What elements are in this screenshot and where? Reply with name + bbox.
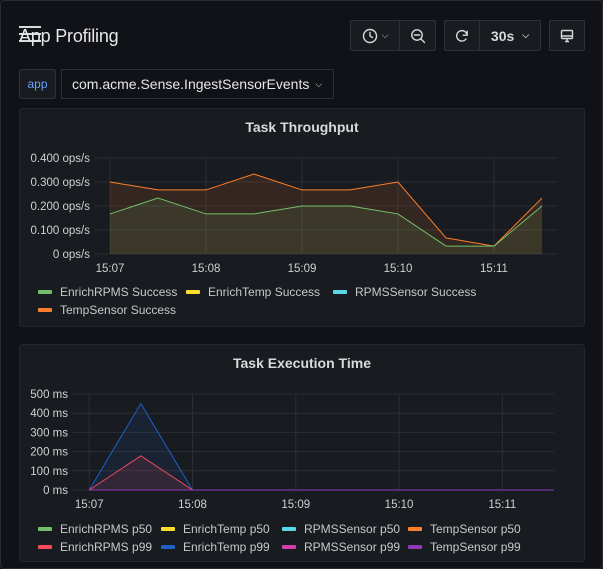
x-tick-label: 15:11 bbox=[488, 499, 516, 511]
legend-item[interactable]: EnrichTemp p50 bbox=[161, 522, 270, 536]
y-tick-label: 0.100 ops/s bbox=[31, 225, 91, 237]
legend-label: TempSensor p50 bbox=[430, 522, 521, 536]
legend-item[interactable]: TempSensor p99 bbox=[408, 540, 521, 554]
legend-label: EnrichTemp p50 bbox=[183, 522, 270, 536]
throughput-legend: EnrichRPMS Success EnrichTemp Success RP… bbox=[38, 285, 578, 321]
panel-title[interactable]: Task Execution Time bbox=[20, 355, 584, 371]
legend-label: EnrichRPMS p99 bbox=[60, 540, 153, 554]
refresh-interval-picker[interactable]: 30s ⌵ bbox=[479, 20, 541, 51]
app-variable-select[interactable]: com.acme.Sense.IngestSensorEvents ⌵ bbox=[61, 69, 334, 99]
panel-title[interactable]: Task Throughput bbox=[20, 119, 584, 135]
legend-swatch bbox=[333, 290, 347, 294]
y-tick-label: 0.200 ops/s bbox=[31, 201, 91, 213]
app-variable-value: com.acme.Sense.IngestSensorEvents bbox=[72, 76, 310, 92]
legend-swatch bbox=[408, 527, 422, 531]
y-tick-label: 400 ms bbox=[30, 408, 68, 420]
legend-item[interactable]: TempSensor p50 bbox=[408, 522, 521, 536]
monitor-icon bbox=[560, 29, 574, 42]
chevron-down-icon: ⌵ bbox=[315, 78, 323, 89]
legend-item[interactable]: EnrichTemp Success bbox=[186, 285, 320, 299]
legend-item[interactable]: RPMSSensor p99 bbox=[282, 540, 400, 554]
legend-label: RPMSSensor Success bbox=[355, 285, 477, 299]
legend-label: RPMSSensor p99 bbox=[304, 540, 401, 554]
chevron-down-icon: ⌵ bbox=[522, 30, 530, 40]
legend-swatch bbox=[161, 527, 175, 531]
legend-swatch bbox=[38, 290, 52, 294]
y-tick-label: 0 ops/s bbox=[53, 249, 90, 261]
legend-label: EnrichTemp p99 bbox=[183, 540, 270, 554]
variable-label-app: app bbox=[19, 69, 56, 99]
throughput-chart: 0 ops/s 0.100 ops/s 0.200 ops/s 0.300 ops/s… bbox=[31, 153, 558, 275]
execution-time-chart: 0 ms 100 ms 200 ms 300 ms 400 ms 500 ms 15:07 1… bbox=[30, 389, 554, 511]
legend-label: TempSensor Success bbox=[60, 303, 177, 317]
legend-swatch bbox=[186, 290, 200, 294]
y-tick-label: 0 ms bbox=[43, 485, 68, 497]
refresh-button[interactable] bbox=[444, 20, 480, 51]
zoom-out-icon bbox=[410, 28, 425, 43]
legend-swatch bbox=[408, 545, 422, 549]
x-tick-label: 15:09 bbox=[281, 499, 310, 511]
x-tick-label: 15:11 bbox=[480, 263, 508, 275]
x-tick-label: 15:08 bbox=[178, 499, 207, 511]
y-tick-label: 0.300 ops/s bbox=[31, 177, 91, 189]
x-tick-label: 15:08 bbox=[192, 263, 221, 275]
legend-swatch bbox=[38, 545, 52, 549]
legend-item[interactable]: RPMSSensor Success bbox=[333, 285, 476, 299]
execution-time-panel: Task Execution Time 0 ms 100 ms 200 ms 300 … bbox=[19, 344, 585, 562]
legend-swatch bbox=[38, 527, 52, 531]
legend-swatch bbox=[282, 545, 296, 549]
legend-item[interactable]: EnrichRPMS p50 bbox=[38, 522, 152, 536]
top-bar: App Profiling ⌵ 30s ⌵ bbox=[0, 0, 603, 66]
tv-mode-button[interactable] bbox=[549, 20, 585, 51]
throughput-panel: Task Throughput 0 ops/s 0.100 ops/s 0.200 … bbox=[19, 108, 585, 327]
legend-item[interactable]: EnrichTemp p99 bbox=[161, 540, 270, 554]
legend-label: EnrichTemp Success bbox=[208, 285, 321, 299]
legend-label: EnrichRPMS Success bbox=[60, 285, 178, 299]
y-tick-label: 200 ms bbox=[30, 447, 68, 459]
zoom-out-button[interactable] bbox=[399, 20, 436, 51]
legend-label: RPMSSensor p50 bbox=[304, 522, 401, 536]
legend-swatch bbox=[161, 545, 175, 549]
y-tick-label: 500 ms bbox=[30, 389, 68, 401]
legend-item[interactable]: TempSensor Success bbox=[38, 303, 176, 317]
x-tick-label: 15:10 bbox=[385, 499, 414, 511]
legend-item[interactable]: RPMSSensor p50 bbox=[282, 522, 400, 536]
time-picker-button[interactable]: ⌵ bbox=[350, 20, 400, 51]
legend-item[interactable]: EnrichRPMS p99 bbox=[38, 540, 152, 554]
y-tick-label: 300 ms bbox=[30, 427, 68, 439]
page-title: App Profiling bbox=[19, 26, 119, 46]
legend-label: EnrichRPMS p50 bbox=[60, 522, 153, 536]
y-tick-label: 0.400 ops/s bbox=[31, 153, 91, 165]
refresh-icon bbox=[455, 29, 468, 42]
x-tick-label: 15:07 bbox=[75, 499, 104, 511]
legend-item[interactable]: EnrichRPMS Success bbox=[38, 285, 177, 299]
x-tick-label: 15:10 bbox=[384, 263, 413, 275]
chevron-down-icon: ⌵ bbox=[381, 30, 389, 40]
y-tick-label: 100 ms bbox=[30, 466, 68, 478]
clock-icon bbox=[362, 28, 377, 43]
x-tick-label: 15:07 bbox=[96, 263, 125, 275]
refresh-interval-value: 30s bbox=[490, 27, 515, 44]
legend-label: TempSensor p99 bbox=[430, 540, 521, 554]
execution-time-legend: EnrichRPMS p50 EnrichTemp p50 RPMSSensor… bbox=[38, 522, 578, 558]
legend-swatch bbox=[282, 527, 296, 531]
legend-swatch bbox=[38, 308, 52, 312]
x-tick-label: 15:09 bbox=[288, 263, 317, 275]
